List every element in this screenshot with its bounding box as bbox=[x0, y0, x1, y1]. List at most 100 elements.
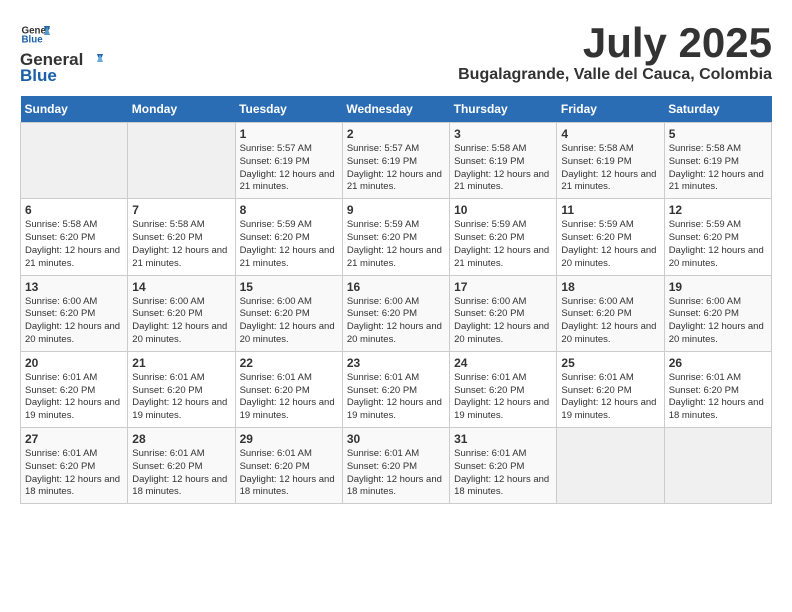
day-info: Sunrise: 5:59 AMSunset: 6:20 PMDaylight:… bbox=[561, 219, 659, 270]
calendar-cell: 21 Sunrise: 6:01 AMSunset: 6:20 PMDayligh… bbox=[128, 351, 235, 427]
day-number: 30 bbox=[347, 432, 445, 446]
day-number: 6 bbox=[25, 203, 123, 217]
day-number: 16 bbox=[347, 280, 445, 294]
calendar-cell: 18 Sunrise: 6:00 AMSunset: 6:20 PMDayligh… bbox=[557, 275, 664, 351]
day-info: Sunrise: 5:58 AMSunset: 6:19 PMDaylight:… bbox=[561, 143, 659, 194]
calendar-cell bbox=[128, 123, 235, 199]
calendar-cell: 22 Sunrise: 6:01 AMSunset: 6:20 PMDayligh… bbox=[235, 351, 342, 427]
day-number: 8 bbox=[240, 203, 338, 217]
calendar-week-1: 1 Sunrise: 5:57 AMSunset: 6:19 PMDaylight… bbox=[21, 123, 772, 199]
calendar-cell: 25Sunrise: 6:01 AMSunset: 6:20 PMDayligh… bbox=[557, 351, 664, 427]
calendar-cell: 23 Sunrise: 6:01 AMSunset: 6:20 PMDayligh… bbox=[342, 351, 449, 427]
calendar-header: SundayMondayTuesdayWednesdayThursdayFrid… bbox=[21, 96, 772, 123]
day-number: 3 bbox=[454, 127, 552, 141]
day-info: Sunrise: 6:01 AMSunset: 6:20 PMDaylight:… bbox=[132, 372, 230, 423]
weekday-header-monday: Monday bbox=[128, 96, 235, 123]
calendar-cell: 17Sunrise: 6:00 AMSunset: 6:20 PMDayligh… bbox=[450, 275, 557, 351]
calendar-body: 1 Sunrise: 5:57 AMSunset: 6:19 PMDaylight… bbox=[21, 123, 772, 504]
day-info: Sunrise: 6:00 AMSunset: 6:20 PMDaylight:… bbox=[561, 296, 659, 347]
day-number: 23 bbox=[347, 356, 445, 370]
day-number: 21 bbox=[132, 356, 230, 370]
day-info: Sunrise: 6:01 AMSunset: 6:20 PMDaylight:… bbox=[454, 372, 552, 423]
day-info: Sunrise: 6:00 AMSunset: 6:20 PMDaylight:… bbox=[454, 296, 552, 347]
calendar-week-2: 6 Sunrise: 5:58 AMSunset: 6:20 PMDaylight… bbox=[21, 199, 772, 275]
month-title: July 2025 bbox=[458, 20, 772, 66]
day-info: Sunrise: 6:01 AMSunset: 6:20 PMDaylight:… bbox=[347, 372, 445, 423]
day-info: Sunrise: 6:01 AMSunset: 6:20 PMDaylight:… bbox=[25, 372, 123, 423]
day-number: 25 bbox=[561, 356, 659, 370]
day-info: Sunrise: 6:01 AMSunset: 6:20 PMDaylight:… bbox=[347, 448, 445, 499]
logo: General Blue General Blue bbox=[20, 20, 103, 86]
day-number: 1 bbox=[240, 127, 338, 141]
calendar-cell: 29 Sunrise: 6:01 AMSunset: 6:20 PMDayligh… bbox=[235, 428, 342, 504]
day-number: 10 bbox=[454, 203, 552, 217]
svg-text:Blue: Blue bbox=[22, 35, 44, 46]
calendar-cell: 5 Sunrise: 5:58 AMSunset: 6:19 PMDaylight… bbox=[664, 123, 771, 199]
calendar-cell: 14 Sunrise: 6:00 AMSunset: 6:20 PMDayligh… bbox=[128, 275, 235, 351]
calendar-table: SundayMondayTuesdayWednesdayThursdayFrid… bbox=[20, 96, 772, 504]
day-info: Sunrise: 5:57 AMSunset: 6:19 PMDaylight:… bbox=[240, 143, 338, 194]
day-number: 14 bbox=[132, 280, 230, 294]
calendar-cell bbox=[557, 428, 664, 504]
day-number: 19 bbox=[669, 280, 767, 294]
day-number: 15 bbox=[240, 280, 338, 294]
day-info: Sunrise: 6:01 AMSunset: 6:20 PMDaylight:… bbox=[132, 448, 230, 499]
day-info: Sunrise: 6:00 AMSunset: 6:20 PMDaylight:… bbox=[132, 296, 230, 347]
weekday-header-friday: Friday bbox=[557, 96, 664, 123]
weekday-header-wednesday: Wednesday bbox=[342, 96, 449, 123]
day-number: 24 bbox=[454, 356, 552, 370]
weekday-header-thursday: Thursday bbox=[450, 96, 557, 123]
calendar-week-5: 27 Sunrise: 6:01 AMSunset: 6:20 PMDayligh… bbox=[21, 428, 772, 504]
calendar-cell: 10 Sunrise: 5:59 AMSunset: 6:20 PMDayligh… bbox=[450, 199, 557, 275]
calendar-cell: 15 Sunrise: 6:00 AMSunset: 6:20 PMDayligh… bbox=[235, 275, 342, 351]
calendar-cell: 16 Sunrise: 6:00 AMSunset: 6:20 PMDayligh… bbox=[342, 275, 449, 351]
calendar-cell: 11Sunrise: 5:59 AMSunset: 6:20 PMDayligh… bbox=[557, 199, 664, 275]
calendar-cell: 2 Sunrise: 5:57 AMSunset: 6:19 PMDaylight… bbox=[342, 123, 449, 199]
calendar-cell: 8 Sunrise: 5:59 AMSunset: 6:20 PMDaylight… bbox=[235, 199, 342, 275]
day-number: 5 bbox=[669, 127, 767, 141]
calendar-cell: 24 Sunrise: 6:01 AMSunset: 6:20 PMDayligh… bbox=[450, 351, 557, 427]
calendar-week-4: 20Sunrise: 6:01 AMSunset: 6:20 PMDayligh… bbox=[21, 351, 772, 427]
day-info: Sunrise: 5:57 AMSunset: 6:19 PMDaylight:… bbox=[347, 143, 445, 194]
day-info: Sunrise: 5:59 AMSunset: 6:20 PMDaylight:… bbox=[454, 219, 552, 270]
weekday-header-tuesday: Tuesday bbox=[235, 96, 342, 123]
day-number: 4 bbox=[561, 127, 659, 141]
day-number: 18 bbox=[561, 280, 659, 294]
calendar-cell: 27Sunrise: 6:01 AMSunset: 6:20 PMDayligh… bbox=[21, 428, 128, 504]
day-info: Sunrise: 6:01 AMSunset: 6:20 PMDaylight:… bbox=[454, 448, 552, 499]
day-info: Sunrise: 6:00 AMSunset: 6:20 PMDaylight:… bbox=[347, 296, 445, 347]
day-number: 29 bbox=[240, 432, 338, 446]
calendar-cell: 19 Sunrise: 6:00 AMSunset: 6:20 PMDayligh… bbox=[664, 275, 771, 351]
day-number: 7 bbox=[132, 203, 230, 217]
logo-bird-icon bbox=[83, 50, 103, 70]
weekday-header-row: SundayMondayTuesdayWednesdayThursdayFrid… bbox=[21, 96, 772, 123]
day-info: Sunrise: 5:58 AMSunset: 6:20 PMDaylight:… bbox=[132, 219, 230, 270]
day-info: Sunrise: 6:00 AMSunset: 6:20 PMDaylight:… bbox=[240, 296, 338, 347]
calendar-cell: 13Sunrise: 6:00 AMSunset: 6:20 PMDayligh… bbox=[21, 275, 128, 351]
calendar-cell: 3 Sunrise: 5:58 AMSunset: 6:19 PMDaylight… bbox=[450, 123, 557, 199]
weekday-header-saturday: Saturday bbox=[664, 96, 771, 123]
calendar-cell: 26Sunrise: 6:01 AMSunset: 6:20 PMDayligh… bbox=[664, 351, 771, 427]
day-number: 13 bbox=[25, 280, 123, 294]
title-area: July 2025 Bugalagrande, Valle del Cauca,… bbox=[458, 20, 772, 84]
calendar-cell: 7 Sunrise: 5:58 AMSunset: 6:20 PMDaylight… bbox=[128, 199, 235, 275]
calendar-cell: 12Sunrise: 5:59 AMSunset: 6:20 PMDayligh… bbox=[664, 199, 771, 275]
calendar-cell bbox=[21, 123, 128, 199]
day-number: 12 bbox=[669, 203, 767, 217]
day-number: 27 bbox=[25, 432, 123, 446]
day-info: Sunrise: 5:59 AMSunset: 6:20 PMDaylight:… bbox=[347, 219, 445, 270]
day-info: Sunrise: 5:58 AMSunset: 6:19 PMDaylight:… bbox=[669, 143, 767, 194]
day-info: Sunrise: 6:01 AMSunset: 6:20 PMDaylight:… bbox=[240, 448, 338, 499]
day-info: Sunrise: 5:59 AMSunset: 6:20 PMDaylight:… bbox=[240, 219, 338, 270]
day-info: Sunrise: 5:58 AMSunset: 6:20 PMDaylight:… bbox=[25, 219, 123, 270]
day-number: 2 bbox=[347, 127, 445, 141]
day-info: Sunrise: 6:00 AMSunset: 6:20 PMDaylight:… bbox=[669, 296, 767, 347]
day-number: 22 bbox=[240, 356, 338, 370]
location-subtitle: Bugalagrande, Valle del Cauca, Colombia bbox=[458, 66, 772, 84]
day-info: Sunrise: 6:01 AMSunset: 6:20 PMDaylight:… bbox=[669, 372, 767, 423]
day-info: Sunrise: 5:58 AMSunset: 6:19 PMDaylight:… bbox=[454, 143, 552, 194]
day-number: 9 bbox=[347, 203, 445, 217]
calendar-cell: 20Sunrise: 6:01 AMSunset: 6:20 PMDayligh… bbox=[21, 351, 128, 427]
day-info: Sunrise: 6:01 AMSunset: 6:20 PMDaylight:… bbox=[240, 372, 338, 423]
calendar-cell: 4 Sunrise: 5:58 AMSunset: 6:19 PMDaylight… bbox=[557, 123, 664, 199]
